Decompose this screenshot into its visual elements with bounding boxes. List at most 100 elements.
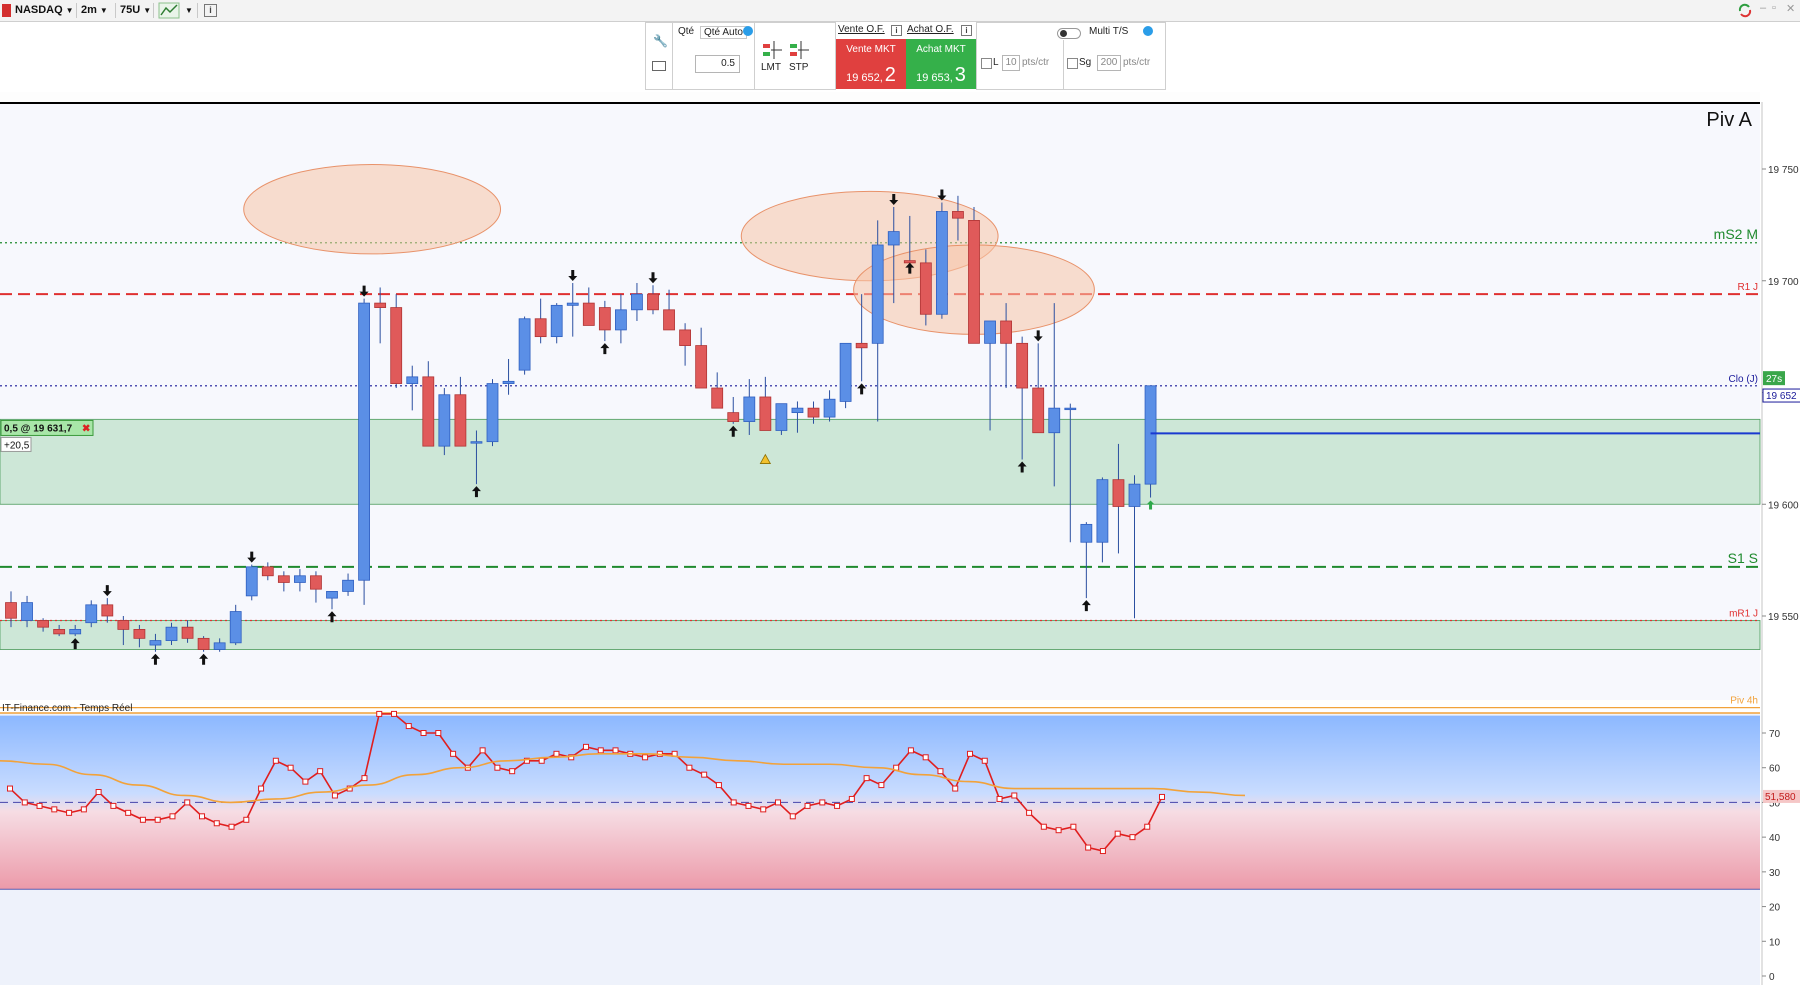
rsi-tick-label: 30 [1769,868,1781,879]
support-zone [0,418,1761,505]
candle-down [1016,342,1029,389]
chart-type-button[interactable] [158,2,180,19]
price-tick-label: 19 600 [1768,500,1799,511]
symbol-selector[interactable]: NASDAQ ▼ [12,2,74,19]
help-icon[interactable] [743,26,753,36]
rsi-point [789,813,796,820]
candle-down [390,307,403,384]
level-label: S1 S [1728,550,1758,566]
rsi-point [775,799,781,806]
candle-down [582,302,595,326]
candle-down [37,620,49,628]
limit-input[interactable]: 10 [1002,55,1020,71]
toggle-knob [1060,30,1067,37]
multi-ts-toggle[interactable] [1057,28,1081,39]
rsi-point [80,806,87,813]
info-icon[interactable]: i [891,25,902,36]
rsi-point [863,775,870,782]
countdown-label: 27s [1766,374,1782,385]
highlight-ellipse [243,164,502,255]
price-chart[interactable]: Piv A mS2 M R1 J Clo (J) S1 S mR1 J Piv 4h 0,5 … [0,92,1800,985]
restore-icon[interactable]: ▫ [1772,2,1776,14]
toolbar-divider [153,3,154,18]
candle-up [342,579,354,592]
buy-market-button[interactable]: Achat MKT 19 653, 3 [906,39,976,89]
timeframe-label: 2m [81,4,97,16]
rsi-point [1144,823,1151,830]
limit-checkbox[interactable] [981,58,992,69]
rsi-point [981,757,988,764]
rsi-point [996,795,1003,802]
keyboard-icon[interactable] [652,61,666,71]
candle-down [663,309,675,331]
rsi-point [878,782,885,789]
rsi-point [435,730,442,736]
chart-type-dropdown-icon[interactable]: ▼ [182,2,193,19]
candle-up [502,380,515,384]
quantity-mode-select[interactable]: Qté Auto [700,26,747,39]
rsi-point [199,813,205,820]
refresh-button[interactable] [1736,2,1754,19]
rsi-point [405,723,412,730]
candle-down [101,604,114,617]
stop-order-button[interactable]: STP [787,38,811,78]
candle-up [936,211,948,315]
candle-up [615,309,627,331]
rsi-point [937,768,944,775]
candle-down [919,262,932,315]
help-icon[interactable] [1143,26,1153,36]
rsi-point [287,764,294,771]
candle-down [598,307,611,331]
chart-area[interactable]: Piv A mS2 M R1 J Clo (J) S1 S mR1 J Piv 4h 0,5 … [0,92,1800,988]
candle-up [1048,407,1061,434]
rsi-point [952,785,959,792]
minimize-icon[interactable]: – [1760,2,1766,14]
sell-of-header[interactable]: Vente O.F. [838,24,885,35]
candle-down [711,387,724,409]
candle-up [887,231,900,246]
candle-up [149,640,162,646]
rsi-point [760,806,767,813]
rsi-point [907,747,914,754]
rsi-point [36,802,43,809]
candle-down [197,637,210,650]
info-icon[interactable]: i [961,25,972,36]
limit-order-button[interactable]: LMT [760,38,784,78]
rsi-point [834,802,841,809]
timeframe-selector[interactable]: 2m ▼ [78,2,108,19]
limit-setting: L 10 pts/ctr [977,40,1064,90]
candle-down [647,293,659,311]
stop-input[interactable]: 200 [1097,55,1121,71]
buy-price-big: 3 [954,64,966,86]
candle-down [117,620,130,630]
buy-of-header[interactable]: Achat O.F. [907,24,954,35]
quantity-input[interactable]: 0.5 [695,55,740,73]
stop-setting: Sg 200 pts/ctr [1063,40,1167,90]
chevron-down-icon: ▼ [65,6,74,15]
units-selector[interactable]: 75U ▼ [117,2,151,19]
rsi-point [169,813,176,820]
sell-price-big: 2 [884,64,896,86]
info-icon[interactable]: i [204,4,217,17]
units-label: 75U [120,4,141,16]
rsi-last-label: 51,580 [1765,792,1796,803]
rsi-tick-label: 0 [1769,972,1775,983]
rsi-point [745,802,752,809]
rsi-point [1026,809,1033,816]
sell-market-button[interactable]: Vente MKT 19 652, 2 [836,39,906,89]
buy-price: 19 653, 3 [906,64,976,87]
tools-column: 🔧 [645,22,673,90]
close-icon[interactable]: ✕ [1786,2,1795,15]
wrench-icon[interactable]: 🔧 [653,34,668,48]
candle-down [727,412,740,422]
lmt-label: LMT [761,62,781,73]
rsi-point [715,782,722,789]
rsi-point [213,820,220,827]
rsi-point [804,802,811,809]
stop-checkbox[interactable] [1067,58,1078,69]
rsi-point [110,802,117,809]
candle-up [245,566,258,597]
candle-down [679,329,691,346]
candle-down [5,602,17,619]
stop-order-icon [790,41,809,59]
